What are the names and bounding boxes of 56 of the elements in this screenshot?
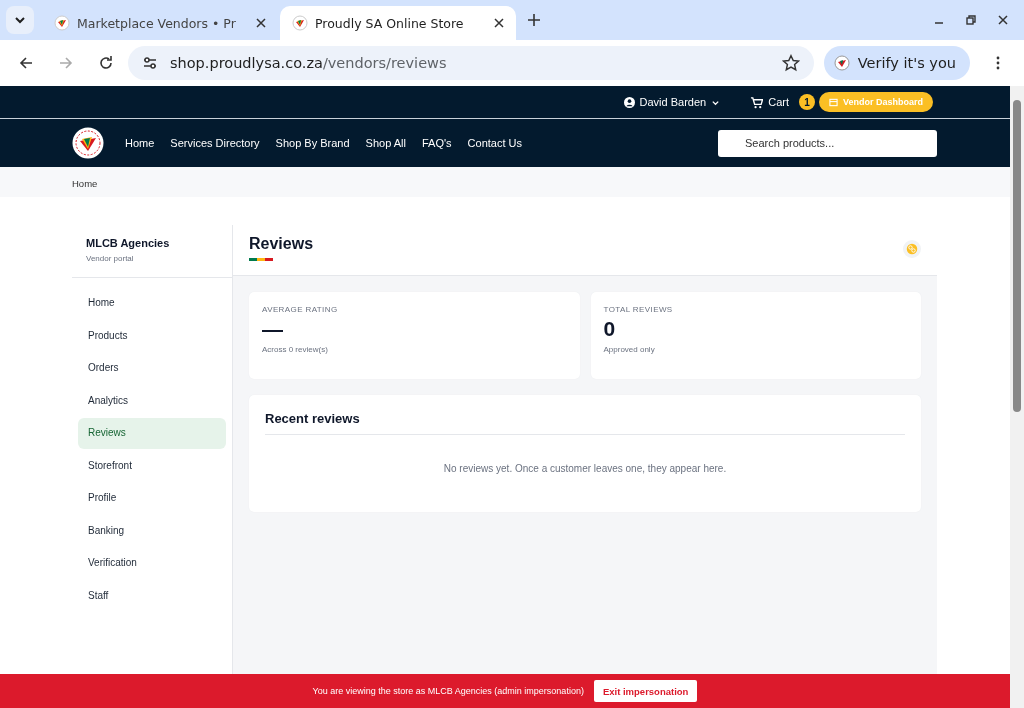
vendor-name: MLCB Agencies	[86, 237, 171, 249]
browser-tab[interactable]: Proudly SA Online Store	[280, 6, 516, 40]
browser-tab[interactable]: Marketplace Vendors • Pr	[42, 6, 278, 40]
nav-link[interactable]: Contact Us	[467, 137, 522, 149]
sidebar-item[interactable]: Orders	[78, 353, 226, 384]
sidebar-item[interactable]: Storefront	[78, 450, 226, 481]
banner-text: You are viewing the store as MLCB Agencies (admin impersonation)	[312, 686, 584, 696]
scrollbar[interactable]	[1010, 86, 1024, 708]
nav-link[interactable]: Shop All	[365, 137, 406, 149]
cart-icon	[750, 95, 764, 109]
user-menu[interactable]: David Barden	[617, 95, 727, 109]
stat-value: 0	[603, 316, 617, 342]
cart-link[interactable]: Cart	[744, 94, 795, 110]
stat-label: AVERAGE RATING	[262, 305, 339, 314]
restore-icon[interactable]	[966, 15, 976, 25]
close-icon[interactable]	[256, 18, 266, 28]
nav-link[interactable]: Home	[125, 137, 155, 149]
logo-icon[interactable]	[72, 127, 104, 159]
profile-button[interactable]: Verify it's you	[823, 46, 970, 80]
sidebar-item[interactable]: Home	[78, 288, 226, 319]
nav-link[interactable]: Services Directory	[170, 137, 260, 149]
nav-link[interactable]: Shop By Brand	[275, 137, 350, 149]
search-field[interactable]: Search products...	[718, 129, 937, 157]
bookmark-star-icon[interactable]	[781, 54, 800, 72]
sidebar-item[interactable]: Staff	[78, 580, 226, 611]
new-tab-icon[interactable]	[528, 14, 540, 26]
tab-list-button[interactable]	[6, 6, 34, 34]
stat-note: Across 0 review(s)	[262, 345, 329, 354]
empty-message: No reviews yet. Once a customer leaves one, they appear here.	[442, 463, 728, 474]
stat-label: TOTAL REVIEWS	[603, 305, 674, 314]
breadcrumb-link[interactable]: Home	[72, 178, 98, 189]
stat-note: Approved only	[603, 345, 656, 354]
section-title: Recent reviews	[265, 411, 905, 435]
logo-icon	[292, 15, 308, 31]
cart-count: 1	[799, 94, 815, 110]
logo-icon	[833, 55, 850, 71]
user-icon	[623, 96, 635, 108]
sidebar-item[interactable]: Analytics	[78, 385, 226, 416]
sidebar-item[interactable]: Banking	[78, 515, 226, 546]
stat-value: —	[262, 316, 284, 342]
store-icon	[829, 97, 838, 107]
nav-link[interactable]: FAQ's	[421, 137, 452, 149]
page-title: Reviews	[249, 235, 314, 253]
sidebar-item[interactable]: Profile	[78, 483, 226, 514]
flag-stripe	[249, 258, 273, 261]
address-bar[interactable]: shop.proudlysa.co.za/vendors/reviews	[128, 46, 814, 80]
exit-impersonation-button[interactable]: Exit impersonation	[593, 680, 698, 702]
sidebar-item[interactable]: Verification	[78, 548, 226, 579]
sidebar-item[interactable]: Products	[78, 320, 226, 351]
site-settings-icon[interactable]	[142, 55, 158, 71]
chevron-down-icon	[14, 14, 26, 26]
close-icon[interactable]	[998, 15, 1008, 25]
logo-icon	[54, 15, 70, 31]
sidebar-item[interactable]: Reviews	[78, 418, 226, 449]
close-icon[interactable]	[494, 18, 504, 28]
vendor-subtitle: Vendor portal	[86, 254, 135, 263]
